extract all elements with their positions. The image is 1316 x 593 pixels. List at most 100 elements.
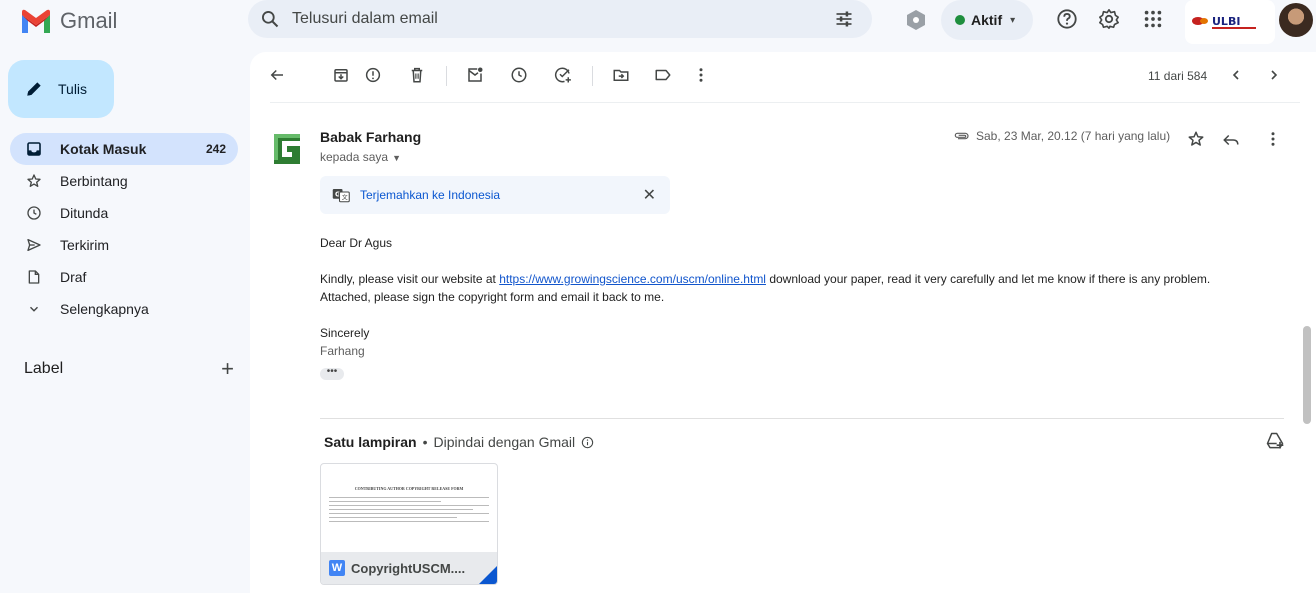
star-icon[interactable] [1187,130,1205,148]
signature: Farhang [320,344,365,358]
reply-icon[interactable] [1222,132,1240,148]
translate-banner: G文 Terjemahkan ke Indonesia ✕ [320,176,670,214]
bullet-separator: • [422,434,428,450]
body-paragraph: Attached, please sign the copyright form… [320,290,665,304]
info-icon[interactable] [581,436,594,449]
toolbar-divider [446,66,447,86]
word-doc-icon: W [329,560,345,576]
search-input[interactable] [292,6,812,32]
toolbar-divider [270,102,1300,103]
apps-grid-icon[interactable] [1142,8,1164,30]
recipient-line[interactable]: kepada saya ▼ [320,150,401,164]
message-date: Sab, 23 Mar, 20.12 (7 hari yang lalu) [954,129,1170,143]
organization-logo[interactable]: ULBI [1185,0,1275,44]
translate-link[interactable]: Terjemahkan ke Indonesia [360,188,500,202]
previous-chevron-icon[interactable] [1228,66,1244,84]
search-icon[interactable] [260,9,280,29]
sidebar-item-starred[interactable]: Berbintang [0,165,238,197]
scan-status: Dipindai dengan Gmail [433,434,576,450]
attachment-card[interactable]: CONTRIBUTING AUTHOR COPYRIGHT RELEASE FO… [320,463,498,585]
preview-line [329,509,473,510]
attachment-preview: CONTRIBUTING AUTHOR COPYRIGHT RELEASE FO… [321,464,497,552]
settings-gear-icon[interactable] [1098,8,1120,30]
sidebar-item-sent[interactable]: Terkirim [0,229,238,261]
close-icon[interactable]: ✕ [643,185,656,205]
search-filter-icon[interactable] [834,9,854,29]
message-panel: 11 dari 584 Babak Farhang kepada saya ▼ S… [250,52,1316,593]
body-text: Kindly, please visit our website at [320,272,500,286]
more-vertical-icon[interactable] [696,66,706,84]
translate-icon: G文 [332,189,350,203]
sidebar-item-label: Selengkapnya [60,301,149,317]
greeting: Dear Dr Agus [320,236,393,250]
attachment-filename: CopyrightUSCM.... [351,560,466,576]
clock-icon [27,206,41,220]
chevron-down-icon [30,306,38,312]
attachment-footer: W CopyrightUSCM.... [321,552,497,584]
recipient-label: kepada saya [320,150,389,164]
sidebar-item-label: Kotak Masuk [60,141,147,157]
sidebar-item-label: Terkirim [60,237,109,253]
compose-label: Tulis [58,81,88,97]
add-to-drive-icon[interactable] [1265,431,1285,451]
page-fold-icon [479,566,497,584]
snooze-clock-icon[interactable] [510,66,528,84]
label-tag-icon[interactable] [654,66,672,84]
preview-line [329,505,489,506]
labels-heading: Label [24,360,64,377]
search-bar[interactable] [248,0,872,38]
status-selector[interactable]: Aktif ▾ [941,0,1033,40]
more-vertical-icon[interactable] [1268,130,1278,148]
unread-count: 242 [205,142,226,156]
attachment-clip-icon [954,132,969,140]
sidebar-item-drafts[interactable]: Draf [0,261,238,293]
gmail-m-icon [22,9,50,33]
attachments-header: Satu lampiran • Dipindai dengan Gmail [324,434,594,450]
sender-avatar-logo[interactable] [270,130,304,164]
ulbi-logo: ULBI [1192,15,1256,29]
delete-icon[interactable] [408,66,426,84]
mark-unread-icon[interactable] [466,66,484,84]
sidebar-item-label: Draf [60,269,87,285]
sender-name[interactable]: Babak Farhang [320,129,421,145]
inbox-icon [27,142,41,156]
archive-icon[interactable] [332,66,350,84]
help-icon[interactable] [1056,8,1078,30]
gmail-logo[interactable]: Gmail [20,8,117,34]
date-text: Sab, 23 Mar, 20.12 (7 hari yang lalu) [976,129,1171,143]
chevron-down-icon: ▾ [1010,14,1016,26]
pencil-icon [27,82,41,96]
sidebar-item-inbox[interactable]: Kotak Masuk 242 [10,133,238,165]
scrollbar[interactable] [1303,326,1311,424]
website-link[interactable]: https://www.growingscience.com/uscm/onli… [499,272,766,286]
show-trimmed-content-button[interactable]: ••• [320,367,344,380]
sidebar-nav: Kotak Masuk 242 Berbintang Ditunda Terki… [0,133,248,325]
org-logo-text: ULBI [1212,15,1240,28]
sidebar-item-snoozed[interactable]: Ditunda [0,197,238,229]
caret-down-icon: ▼ [392,153,401,163]
preview-line [329,513,489,514]
attachments-divider [320,418,1284,419]
svg-text:文: 文 [342,194,348,202]
add-task-icon[interactable] [554,66,572,84]
preview-line [329,501,441,502]
send-icon [27,239,41,251]
toolbar-divider [592,66,593,86]
avatar[interactable] [1279,3,1313,37]
next-chevron-icon[interactable] [1266,66,1282,84]
sidebar-item-more[interactable]: Selengkapnya [0,293,238,325]
gemini-hex-icon[interactable] [906,9,926,31]
preview-line [329,497,489,498]
preview-line [329,521,489,522]
body-paragraph: Kindly, please visit our website at http… [320,270,1300,288]
compose-button[interactable]: Tulis [8,60,114,118]
top-bar: Gmail Aktif ▾ ULBI [0,0,1316,44]
pagination-count: 11 dari 584 [1148,69,1208,83]
message-toolbar: 11 dari 584 [250,52,1316,100]
back-arrow-icon[interactable] [268,66,286,84]
move-to-icon[interactable] [612,66,630,84]
app-name: Gmail [60,8,118,33]
add-label-icon[interactable]: + [221,356,234,382]
star-icon [27,174,41,187]
report-spam-icon[interactable] [364,66,382,84]
